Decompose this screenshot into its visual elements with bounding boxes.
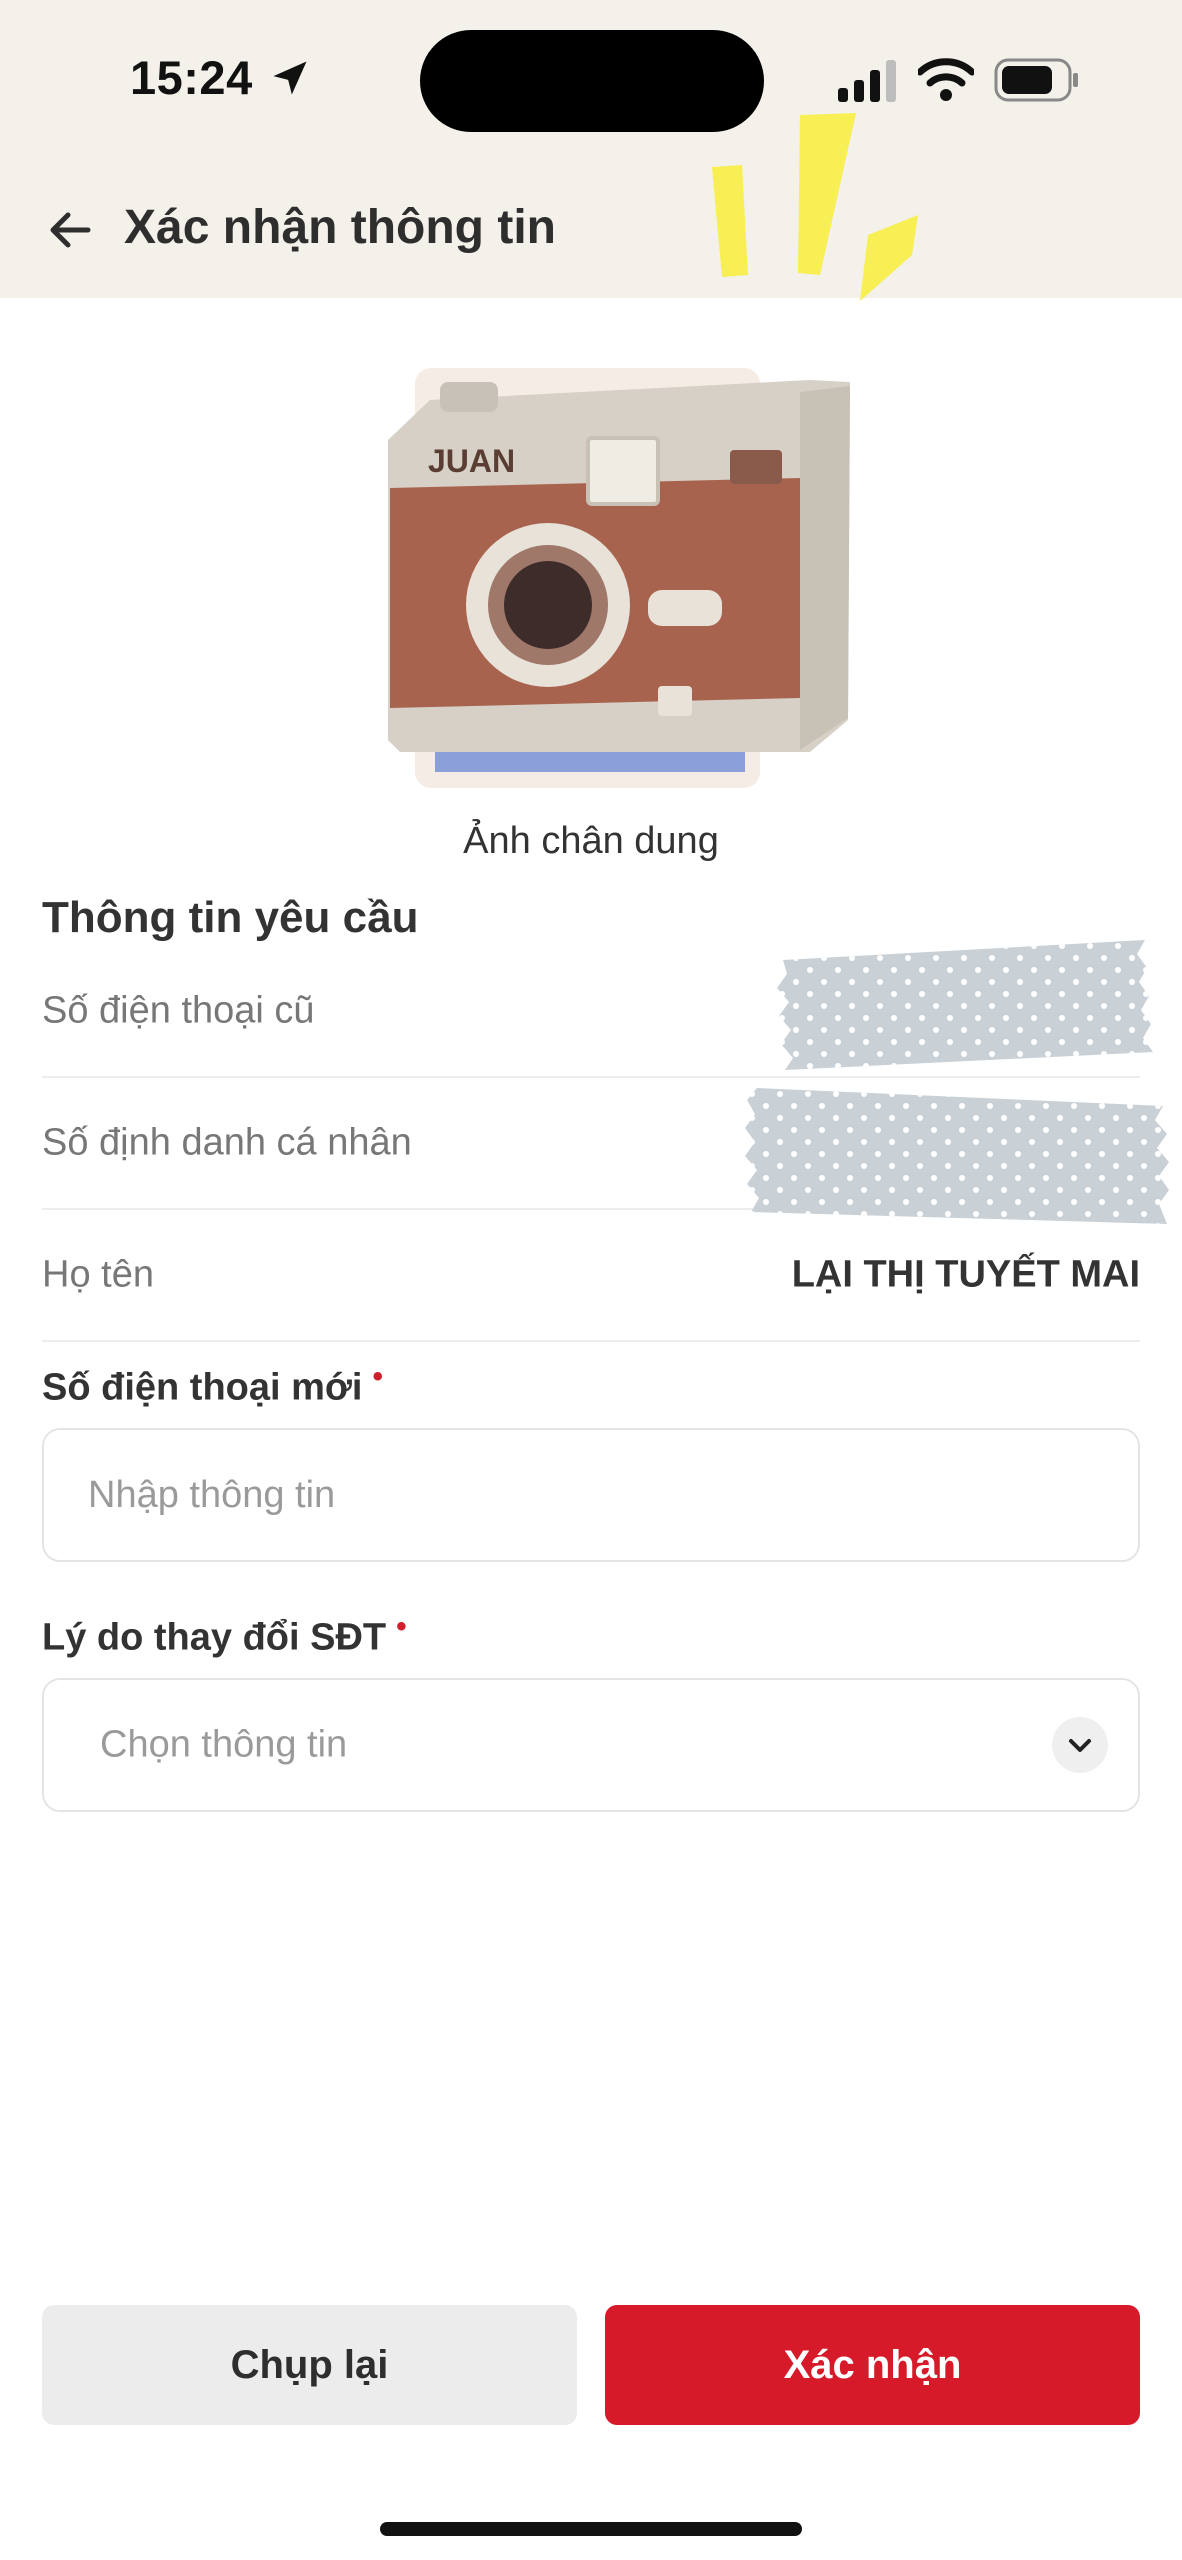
change-reason-label-text: Lý do thay đổi SĐT xyxy=(42,1616,387,1659)
info-label: Số định danh cá nhân xyxy=(42,1121,412,1164)
info-value: LẠI THỊ TUYẾT MAI xyxy=(791,1253,1140,1296)
wifi-icon xyxy=(918,58,974,101)
change-reason-select[interactable]: Chọn thông tin xyxy=(42,1678,1140,1812)
confirm-button[interactable]: Xác nhận xyxy=(605,2305,1140,2425)
screen: 15:24 Xác nhận thông tin JUAN Ảnh chân d… xyxy=(0,0,1182,2560)
battery-icon xyxy=(994,58,1078,102)
location-arrow-icon xyxy=(273,61,307,95)
home-indicator xyxy=(380,2522,802,2536)
portrait-caption: Ảnh chân dung xyxy=(463,820,719,862)
required-mark: • xyxy=(372,1360,383,1393)
status-time: 15:24 xyxy=(130,51,253,104)
retake-button[interactable]: Chụp lại xyxy=(42,2305,577,2425)
portrait-camera-illustration[interactable]: JUAN xyxy=(370,360,860,800)
new-phone-input[interactable] xyxy=(42,1428,1140,1562)
required-mark: • xyxy=(396,1610,407,1643)
new-phone-label-text: Số điện thoại mới xyxy=(42,1366,363,1409)
cellular-signal-icon xyxy=(838,60,896,102)
info-label: Họ tên xyxy=(42,1253,154,1296)
redaction-tape-old-phone xyxy=(777,940,1153,1070)
change-reason-label: Lý do thay đổi SĐT • xyxy=(42,1610,407,1660)
section-title: Thông tin yêu cầu xyxy=(42,893,419,942)
decorative-rays xyxy=(712,113,918,301)
info-label: Số điện thoại cũ xyxy=(42,989,315,1032)
header: 15:24 Xác nhận thông tin xyxy=(0,0,1182,301)
select-placeholder: Chọn thông tin xyxy=(100,1723,348,1766)
chevron-down-icon[interactable] xyxy=(1052,1717,1108,1773)
info-row-full-name: Họ tên LẠI THỊ TUYẾT MAI xyxy=(42,1210,1140,1342)
back-arrow-button[interactable] xyxy=(40,200,100,260)
page-title: Xác nhận thông tin xyxy=(124,201,556,254)
redaction-tape-personal-id xyxy=(745,1088,1169,1224)
camera-brand-label: JUAN xyxy=(428,443,515,479)
new-phone-label: Số điện thoại mới • xyxy=(42,1360,383,1410)
